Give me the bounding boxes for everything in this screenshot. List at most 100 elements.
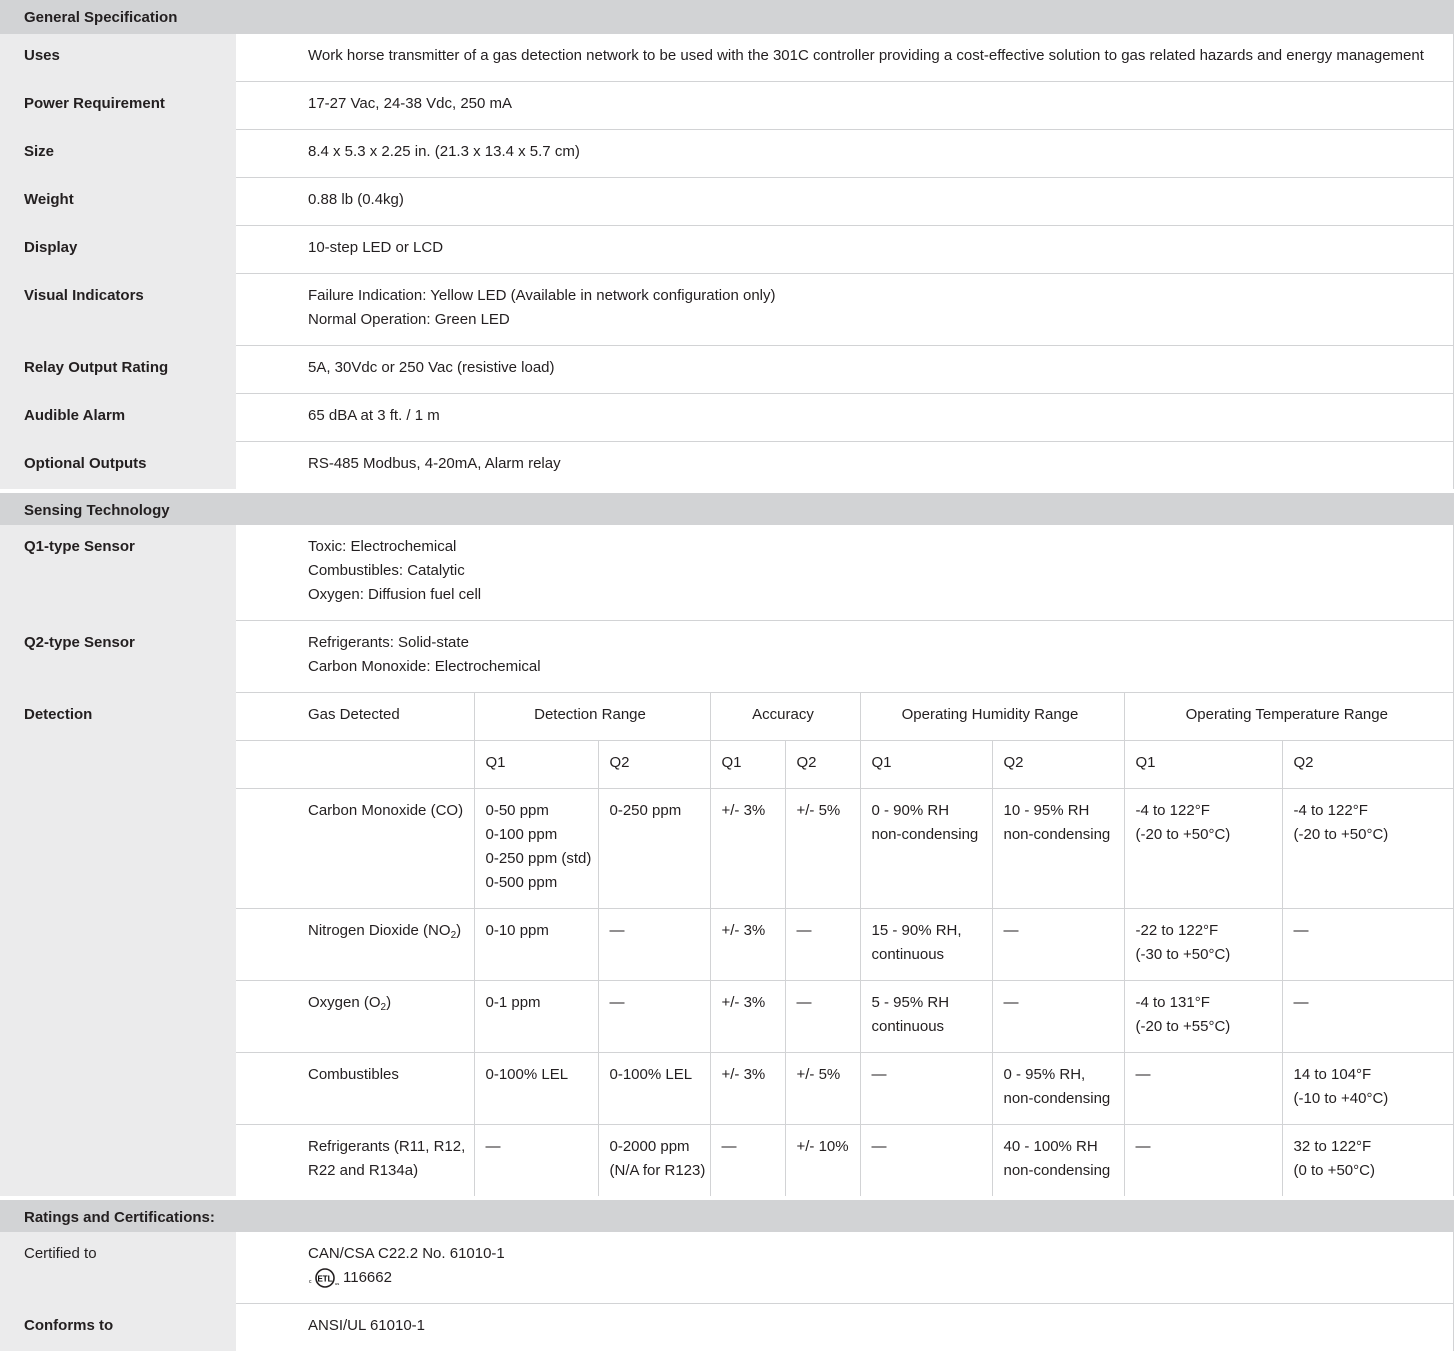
label-spacer xyxy=(0,1053,236,1125)
detection-cell-line: 0-100% LEL xyxy=(610,1063,706,1087)
spec-value-line: Refrigerants: Solid-state xyxy=(308,631,1449,655)
gas-name: Combustibles xyxy=(236,1053,474,1125)
detection-cell: +/- 3% xyxy=(710,1053,785,1125)
subheader-q2: Q2 xyxy=(992,741,1124,789)
detection-cell: 0-100% LEL xyxy=(598,1053,710,1125)
spec-sheet: General SpecificationUsesWork horse tran… xyxy=(0,0,1454,1351)
detection-cell-line: — xyxy=(1294,919,1450,943)
header-accuracy: Accuracy xyxy=(710,693,860,741)
spec-value-line: Carbon Monoxide: Electrochemical xyxy=(308,655,1449,679)
detection-cell-line: — xyxy=(1136,1135,1278,1159)
spec-value-line: Failure Indication: Yellow LED (Availabl… xyxy=(308,284,1449,308)
detection-cell-line: 0-2000 ppm xyxy=(610,1135,706,1159)
detection-cell: — xyxy=(785,909,860,981)
detection-cell: +/- 5% xyxy=(785,1053,860,1125)
label-spacer xyxy=(0,981,236,1053)
detection-cell: +/- 10% xyxy=(785,1125,860,1199)
detection-cell: — xyxy=(598,981,710,1053)
spec-value-line: Combustibles: Catalytic xyxy=(308,559,1449,583)
detection-cell-line: — xyxy=(1136,1063,1278,1087)
spec-row: Weight0.88 lb (0.4kg) xyxy=(0,178,1454,226)
detection-cell-line: +/- 5% xyxy=(797,1063,856,1087)
section-general-specification: General Specification xyxy=(0,0,1454,34)
header-detection-range: Detection Range xyxy=(474,693,710,741)
detection-cell-line: 0 - 90% RH xyxy=(872,799,988,823)
gas-name-line: Combustibles xyxy=(308,1063,470,1087)
etl-logo-icon: cETLus xyxy=(308,1267,342,1289)
detection-cell-line: — xyxy=(872,1063,988,1087)
detection-cell-line: non-condensing xyxy=(1004,1159,1120,1183)
detection-cell-line: — xyxy=(722,1135,781,1159)
gas-name-line: Oxygen (O2) xyxy=(308,991,470,1015)
detection-cell: 32 to 122°F(0 to +50°C) xyxy=(1282,1125,1454,1199)
general-spec-value: 0.88 lb (0.4kg) xyxy=(236,178,1454,226)
detection-cell-line: -4 to 131°F xyxy=(1136,991,1278,1015)
general-spec-label: Audible Alarm xyxy=(0,394,236,442)
general-spec-label: Power Requirement xyxy=(0,82,236,130)
detection-cell-line: 40 - 100% RH xyxy=(1004,1135,1120,1159)
detection-cell: — xyxy=(1282,981,1454,1053)
spec-value-line: Toxic: Electrochemical xyxy=(308,535,1449,559)
conforms-row: Conforms toANSI/UL 61010-1 xyxy=(0,1304,1454,1351)
spec-value-line: RS-485 Modbus, 4-20mA, Alarm relay xyxy=(308,452,1449,476)
header-humidity-range: Operating Humidity Range xyxy=(860,693,1124,741)
spec-row: UsesWork horse transmitter of a gas dete… xyxy=(0,34,1454,82)
general-spec-value: Work horse transmitter of a gas detectio… xyxy=(236,34,1454,82)
detection-cell-line: 15 - 90% RH, xyxy=(872,919,988,943)
spec-value-line: Oxygen: Diffusion fuel cell xyxy=(308,583,1449,607)
detection-cell: -4 to 122°F(-20 to +50°C) xyxy=(1282,789,1454,909)
detection-cell-line: (N/A for R123) xyxy=(610,1159,706,1183)
detection-cell: — xyxy=(992,909,1124,981)
detection-cell-line: — xyxy=(872,1135,988,1159)
detection-cell: — xyxy=(1124,1053,1282,1125)
detection-cell-line: 0-10 ppm xyxy=(486,919,594,943)
detection-cell: — xyxy=(992,981,1124,1053)
subheader-q1: Q1 xyxy=(474,741,598,789)
spec-row: Q2-type SensorRefrigerants: Solid-stateC… xyxy=(0,621,1454,693)
detection-cell-line: non-condensing xyxy=(872,823,988,847)
label-spacer xyxy=(0,741,236,789)
detection-cell-line: 0-100 ppm xyxy=(486,823,594,847)
detection-cell-line: +/- 3% xyxy=(722,991,781,1015)
svg-text:c: c xyxy=(309,1279,312,1285)
detection-cell-line: non-condensing xyxy=(1004,1087,1120,1111)
detection-cell-line: — xyxy=(1294,991,1450,1015)
subheader-q1: Q1 xyxy=(710,741,785,789)
section-sensing-technology: Sensing Technology xyxy=(0,491,1454,525)
certified-standard: CAN/CSA C22.2 No. 61010-1 xyxy=(308,1242,1449,1266)
detection-cell: — xyxy=(598,909,710,981)
gas-spacer xyxy=(236,741,474,789)
gas-name: Oxygen (O2) xyxy=(236,981,474,1053)
detection-cell-line: 0-500 ppm xyxy=(486,871,594,895)
detection-row: Refrigerants (R11, R12,R22 and R134a)—0-… xyxy=(0,1125,1454,1199)
section-ratings-certifications-title: Ratings and Certifications: xyxy=(0,1198,1454,1232)
gas-name: Nitrogen Dioxide (NO2) xyxy=(236,909,474,981)
detection-cell: — xyxy=(1282,909,1454,981)
gas-name-line: Refrigerants (R11, R12, xyxy=(308,1135,470,1159)
etl-number: 116662 xyxy=(343,1269,392,1286)
general-spec-label: Weight xyxy=(0,178,236,226)
certified-row: Certified toCAN/CSA C22.2 No. 61010-1cET… xyxy=(0,1232,1454,1304)
gas-subscript: 2 xyxy=(451,930,457,941)
spec-row: Power Requirement 17-27 Vac, 24-38 Vdc, 2… xyxy=(0,82,1454,130)
detection-cell-line: (-20 to +50°C) xyxy=(1294,823,1450,847)
spec-row: Audible Alarm 65 dBA at 3 ft. / 1 m xyxy=(0,394,1454,442)
spec-row: Q1-type SensorToxic: ElectrochemicalComb… xyxy=(0,525,1454,621)
detection-cell-line: -4 to 122°F xyxy=(1294,799,1450,823)
detection-cell: — xyxy=(1124,1125,1282,1199)
header-gas-detected: Gas Detected xyxy=(236,693,474,741)
detection-cell: -4 to 122°F(-20 to +50°C) xyxy=(1124,789,1282,909)
detection-cell: 14 to 104°F(-10 to +40°C) xyxy=(1282,1053,1454,1125)
detection-header-row: DetectionGas DetectedDetection RangeAccu… xyxy=(0,693,1454,741)
detection-cell: — xyxy=(710,1125,785,1199)
detection-cell-line: (-20 to +50°C) xyxy=(1136,823,1278,847)
detection-cell-line: — xyxy=(1004,919,1120,943)
spec-value-line: Work horse transmitter of a gas detectio… xyxy=(308,44,1449,68)
detection-cell-line: +/- 5% xyxy=(797,799,856,823)
spec-row: Size8.4 x 5.3 x 2.25 in. (21.3 x 13.4 x … xyxy=(0,130,1454,178)
subheader-q1: Q1 xyxy=(1124,741,1282,789)
certified-value: CAN/CSA C22.2 No. 61010-1cETLus116662 xyxy=(236,1232,1454,1304)
general-spec-value: 17-27 Vac, 24-38 Vdc, 250 mA xyxy=(236,82,1454,130)
spec-value-line: 17-27 Vac, 24-38 Vdc, 250 mA xyxy=(308,92,1449,116)
spec-value-line: 65 dBA at 3 ft. / 1 m xyxy=(308,404,1449,428)
